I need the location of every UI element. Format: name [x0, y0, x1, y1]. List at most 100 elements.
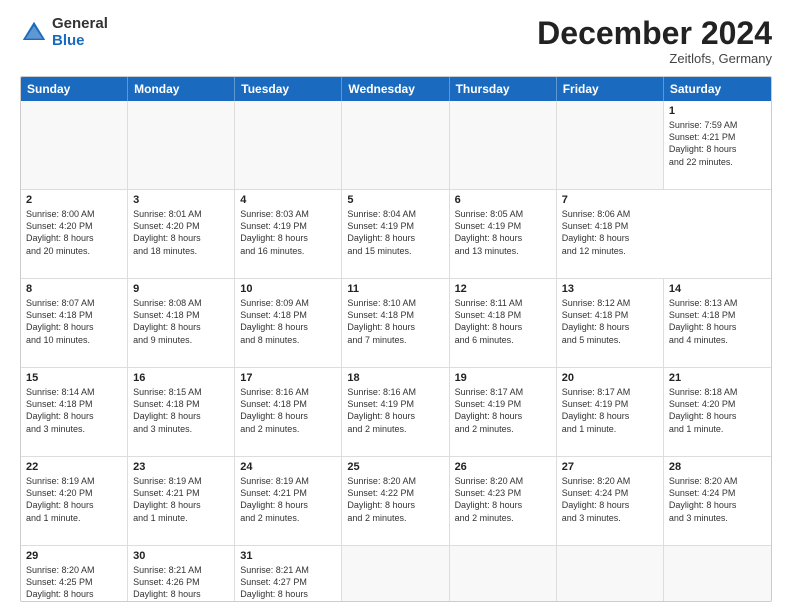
cell-info-line: Daylight: 8 hours: [26, 588, 122, 600]
cell-info-line: Sunrise: 8:01 AM: [133, 208, 229, 220]
day-number: 15: [26, 372, 122, 384]
cell-info-line: and 9 minutes.: [133, 334, 229, 346]
month-title: December 2024: [537, 16, 772, 51]
cell-info-line: and 4 minutes.: [26, 601, 122, 602]
location-subtitle: Zeitlofs, Germany: [537, 51, 772, 66]
cell-info-line: Daylight: 8 hours: [133, 232, 229, 244]
cell-info-line: Sunset: 4:21 PM: [133, 487, 229, 499]
day-number: 16: [133, 372, 229, 384]
cell-info-line: Sunset: 4:18 PM: [562, 220, 659, 232]
day-cell-29: 29Sunrise: 8:20 AMSunset: 4:25 PMDayligh…: [21, 546, 128, 602]
cell-info-line: Daylight: 8 hours: [562, 499, 658, 511]
day-cell-12: 12Sunrise: 8:11 AMSunset: 4:18 PMDayligh…: [450, 279, 557, 367]
cell-info-line: and 13 minutes.: [455, 245, 551, 257]
cell-info-line: Daylight: 8 hours: [455, 499, 551, 511]
day-number: 13: [562, 283, 658, 295]
cell-info-line: Sunrise: 8:16 AM: [240, 386, 336, 398]
day-cell-20: 20Sunrise: 8:17 AMSunset: 4:19 PMDayligh…: [557, 368, 664, 456]
cell-info-line: Sunrise: 8:17 AM: [562, 386, 658, 398]
cell-info-line: Daylight: 8 hours: [669, 321, 766, 333]
cell-info-line: Daylight: 8 hours: [26, 321, 122, 333]
cell-info-line: and 8 minutes.: [240, 334, 336, 346]
cell-info-line: and 1 minute.: [562, 423, 658, 435]
day-cell-24: 24Sunrise: 8:19 AMSunset: 4:21 PMDayligh…: [235, 457, 342, 545]
cell-info-line: Sunset: 4:20 PM: [26, 487, 122, 499]
cell-info-line: Daylight: 8 hours: [240, 410, 336, 422]
logo-text: General Blue: [52, 16, 108, 49]
page: General Blue December 2024 Zeitlofs, Ger…: [0, 0, 792, 612]
calendar-row-2: 8Sunrise: 8:07 AMSunset: 4:18 PMDaylight…: [21, 279, 771, 368]
day-cell-28: 28Sunrise: 8:20 AMSunset: 4:24 PMDayligh…: [664, 457, 771, 545]
logo-general: General: [52, 15, 108, 32]
cell-info-line: Sunset: 4:18 PM: [133, 398, 229, 410]
calendar-body: 1Sunrise: 7:59 AMSunset: 4:21 PMDaylight…: [21, 101, 771, 602]
logo-icon: [20, 19, 48, 47]
cell-info-line: Sunset: 4:18 PM: [562, 309, 658, 321]
cell-info-line: Sunrise: 8:17 AM: [455, 386, 551, 398]
day-cell-19: 19Sunrise: 8:17 AMSunset: 4:19 PMDayligh…: [450, 368, 557, 456]
logo-blue: Blue: [52, 32, 85, 49]
cell-info-line: and 3 minutes.: [669, 512, 766, 524]
cell-info-line: Sunset: 4:22 PM: [347, 487, 443, 499]
day-number: 18: [347, 372, 443, 384]
empty-cell: [342, 101, 449, 189]
day-cell-21: 21Sunrise: 8:18 AMSunset: 4:20 PMDayligh…: [664, 368, 771, 456]
cell-info-line: Sunset: 4:18 PM: [669, 309, 766, 321]
cell-info-line: Daylight: 8 hours: [133, 588, 229, 600]
header-day-monday: Monday: [128, 77, 235, 101]
day-number: 26: [455, 461, 551, 473]
cell-info-line: Sunset: 4:20 PM: [26, 220, 122, 232]
day-number: 4: [240, 194, 336, 206]
cell-info-line: and 1 minute.: [133, 512, 229, 524]
calendar-row-1: 2Sunrise: 8:00 AMSunset: 4:20 PMDaylight…: [21, 190, 771, 279]
cell-info-line: Sunrise: 8:19 AM: [26, 475, 122, 487]
cell-info-line: and 3 minutes.: [26, 423, 122, 435]
cell-info-line: and 2 minutes.: [347, 423, 443, 435]
cell-info-line: and 5 minutes.: [562, 334, 658, 346]
cell-info-line: Sunrise: 8:11 AM: [455, 297, 551, 309]
cell-info-line: and 2 minutes.: [240, 512, 336, 524]
cell-info-line: Sunrise: 8:14 AM: [26, 386, 122, 398]
day-number: 23: [133, 461, 229, 473]
cell-info-line: Daylight: 8 hours: [347, 321, 443, 333]
cell-info-line: Sunrise: 8:08 AM: [133, 297, 229, 309]
cell-info-line: Sunrise: 8:20 AM: [669, 475, 766, 487]
cell-info-line: Sunrise: 8:20 AM: [347, 475, 443, 487]
day-number: 7: [562, 194, 659, 206]
cell-info-line: and 10 minutes.: [26, 334, 122, 346]
cell-info-line: and 1 minute.: [26, 512, 122, 524]
cell-info-line: and 6 minutes.: [455, 334, 551, 346]
day-number: 24: [240, 461, 336, 473]
cell-info-line: Sunset: 4:25 PM: [26, 576, 122, 588]
cell-info-line: Sunset: 4:27 PM: [240, 576, 336, 588]
cell-info-line: and 20 minutes.: [26, 245, 122, 257]
day-cell-27: 27Sunrise: 8:20 AMSunset: 4:24 PMDayligh…: [557, 457, 664, 545]
empty-cell: [557, 546, 664, 602]
cell-info-line: Sunrise: 8:21 AM: [133, 564, 229, 576]
cell-info-line: Sunset: 4:19 PM: [455, 220, 551, 232]
day-cell-17: 17Sunrise: 8:16 AMSunset: 4:18 PMDayligh…: [235, 368, 342, 456]
cell-info-line: Sunset: 4:18 PM: [347, 309, 443, 321]
cell-info-line: Daylight: 8 hours: [240, 232, 336, 244]
cell-info-line: Daylight: 8 hours: [26, 232, 122, 244]
day-cell-23: 23Sunrise: 8:19 AMSunset: 4:21 PMDayligh…: [128, 457, 235, 545]
day-number: 22: [26, 461, 122, 473]
cell-info-line: Daylight: 8 hours: [347, 410, 443, 422]
cell-info-line: Daylight: 8 hours: [240, 588, 336, 600]
cell-info-line: Sunrise: 8:12 AM: [562, 297, 658, 309]
day-cell-5: 5Sunrise: 8:04 AMSunset: 4:19 PMDaylight…: [342, 190, 449, 278]
cell-info-line: Daylight: 8 hours: [133, 499, 229, 511]
cell-info-line: Daylight: 8 hours: [455, 410, 551, 422]
cell-info-line: Sunset: 4:19 PM: [240, 220, 336, 232]
cell-info-line: Sunrise: 8:20 AM: [26, 564, 122, 576]
cell-info-line: Daylight: 8 hours: [26, 410, 122, 422]
cell-info-line: and 4 minutes.: [669, 334, 766, 346]
cell-info-line: Daylight: 8 hours: [562, 321, 658, 333]
cell-info-line: Daylight: 8 hours: [240, 321, 336, 333]
day-cell-4: 4Sunrise: 8:03 AMSunset: 4:19 PMDaylight…: [235, 190, 342, 278]
day-cell-8: 8Sunrise: 8:07 AMSunset: 4:18 PMDaylight…: [21, 279, 128, 367]
day-number: 5: [347, 194, 443, 206]
day-number: 1: [669, 105, 766, 117]
cell-info-line: Sunset: 4:19 PM: [455, 398, 551, 410]
cell-info-line: Daylight: 8 hours: [669, 143, 766, 155]
